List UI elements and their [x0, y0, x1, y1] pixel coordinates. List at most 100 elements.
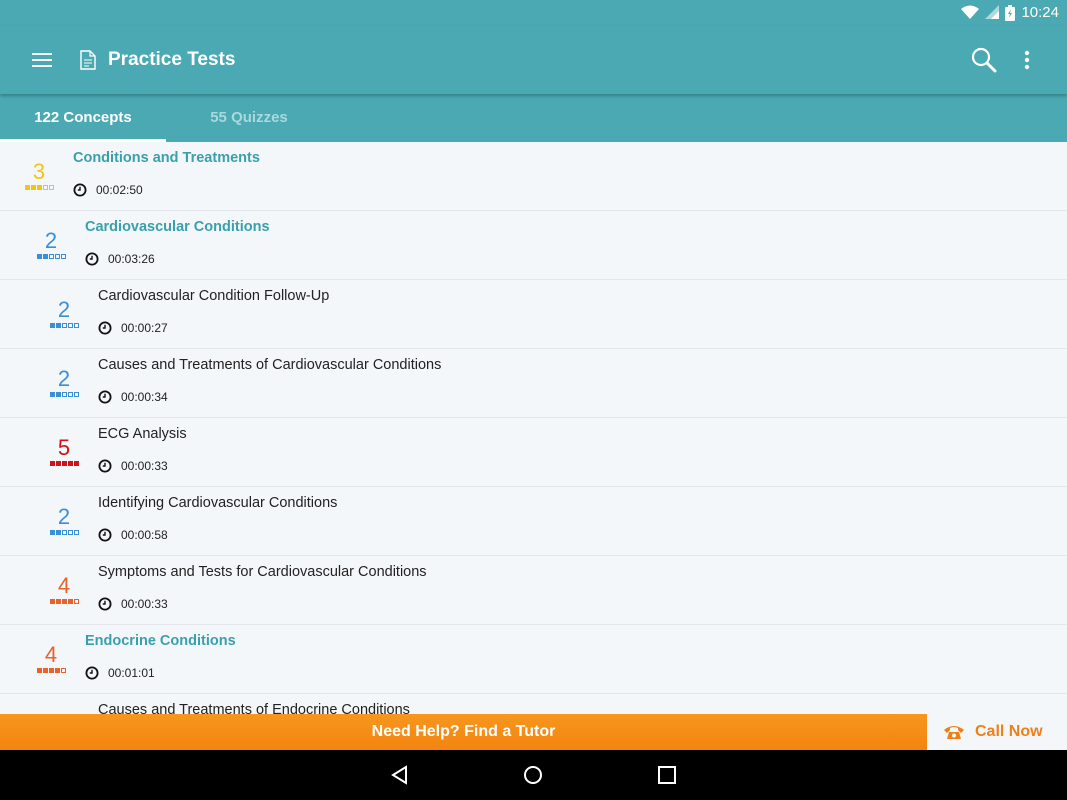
status-icons: 10:24 [961, 4, 1059, 21]
score-level-square [67, 530, 73, 535]
score-level-square [61, 323, 67, 328]
clock-icon [85, 666, 99, 680]
score-level-bars [44, 461, 84, 466]
score-level-square [36, 185, 42, 190]
tab-quizzes-label: 55 Quizzes [210, 109, 288, 126]
score-level-bars [31, 254, 71, 259]
concept-list[interactable]: 3 Conditions and Treatments 00:02:50 2 Cardi… [0, 142, 1067, 714]
list-section-item[interactable]: 2 Cardiovascular Conditions 00:03:26 [0, 211, 1067, 280]
tab-concepts[interactable]: 122 Concepts [0, 94, 166, 142]
score-value: 2 [44, 228, 58, 253]
score-level-square [49, 599, 55, 604]
score-level-square [73, 392, 79, 397]
system-nav-bar [0, 750, 1067, 800]
duration: 00:02:50 [73, 183, 143, 197]
clock-icon [85, 252, 99, 266]
phone-icon [944, 726, 964, 739]
list-section-item[interactable]: 4 Endocrine Conditions 00:01:01 [0, 625, 1067, 694]
clock-icon [98, 459, 112, 473]
score-level-square [67, 599, 73, 604]
signal-icon [985, 5, 1000, 19]
hamburger-icon [32, 53, 52, 67]
score-level-square [49, 323, 55, 328]
score-level-square [55, 392, 61, 397]
score-level-square [67, 461, 73, 466]
back-icon[interactable] [390, 765, 410, 785]
score-level-square [42, 668, 48, 673]
duration: 00:00:34 [98, 390, 168, 404]
score-level-square [49, 461, 55, 466]
score-level-square [49, 530, 55, 535]
duration: 00:00:58 [98, 528, 168, 542]
section-title: Endocrine Conditions [85, 633, 236, 649]
tab-concepts-label: 122 Concepts [34, 109, 132, 126]
score-level-bars [44, 323, 84, 328]
score-level-square [24, 185, 30, 190]
score-level-square [55, 323, 61, 328]
item-title: ECG Analysis [98, 426, 187, 442]
find-tutor-banner[interactable]: Need Help? Find a Tutor [0, 714, 927, 750]
score-level-square [48, 254, 54, 259]
document-icon [80, 50, 96, 70]
list-item[interactable]: 2 Cardiovascular Condition Follow-Up 00:00… [0, 280, 1067, 349]
score-level-bars [44, 530, 84, 535]
score-value: 4 [57, 573, 71, 598]
score-level-square [73, 599, 79, 604]
score-badge: 2 [44, 367, 84, 397]
score-level-square [73, 530, 79, 535]
clock-icon [98, 597, 112, 611]
score-level-bars [31, 668, 71, 673]
score-badge: 3 [19, 160, 59, 190]
search-icon [971, 47, 997, 73]
score-level-square [55, 530, 61, 535]
score-level-square [42, 254, 48, 259]
page-title: Practice Tests [108, 49, 236, 70]
list-section-item[interactable]: 3 Conditions and Treatments 00:02:50 [0, 142, 1067, 211]
score-level-square [73, 323, 79, 328]
item-title: Identifying Cardiovascular Conditions [98, 495, 338, 511]
score-badge: 4 [31, 643, 71, 673]
score-badge: 5 [44, 436, 84, 466]
score-level-square [42, 185, 48, 190]
list-item[interactable]: Causes and Treatments of Endocrine Condi… [0, 694, 1067, 714]
call-now-button[interactable]: Call Now [927, 714, 1067, 750]
score-level-square [48, 668, 54, 673]
score-level-square [54, 668, 60, 673]
score-level-square [48, 185, 54, 190]
duration-value: 00:00:58 [121, 528, 168, 542]
score-level-square [55, 599, 61, 604]
app-bar: Practice Tests [0, 26, 1067, 94]
score-value: 4 [44, 642, 58, 667]
search-button[interactable] [970, 46, 998, 79]
score-level-square [67, 392, 73, 397]
duration: 00:01:01 [85, 666, 155, 680]
wifi-icon [961, 5, 980, 19]
list-item[interactable]: 5 ECG Analysis 00:00:33 [0, 418, 1067, 487]
score-level-square [61, 599, 67, 604]
section-title: Conditions and Treatments [73, 150, 260, 166]
item-title: Causes and Treatments of Cardiovascular … [98, 357, 442, 373]
list-item[interactable]: 4 Symptoms and Tests for Cardiovascular C… [0, 556, 1067, 625]
score-value: 5 [57, 435, 71, 460]
score-level-square [73, 461, 79, 466]
list-item[interactable]: 2 Causes and Treatments of Cardiovascular… [0, 349, 1067, 418]
score-value: 2 [57, 297, 71, 322]
menu-button[interactable] [26, 48, 58, 72]
score-level-square [54, 254, 60, 259]
score-level-bars [44, 392, 84, 397]
home-icon[interactable] [523, 765, 543, 785]
recents-icon[interactable] [657, 765, 677, 785]
duration-value: 00:00:27 [121, 321, 168, 335]
score-level-square [60, 254, 66, 259]
list-item[interactable]: 2 Identifying Cardiovascular Conditions 00… [0, 487, 1067, 556]
score-badge: 2 [44, 505, 84, 535]
status-bar: 10:24 [0, 0, 1067, 26]
item-title: Causes and Treatments of Endocrine Condi… [98, 702, 410, 714]
duration: 00:00:27 [98, 321, 168, 335]
tab-bar: 122 Concepts 55 Quizzes [0, 94, 1067, 142]
score-level-bars [19, 185, 59, 190]
tab-quizzes[interactable]: 55 Quizzes [166, 94, 332, 142]
clock-icon [98, 390, 112, 404]
more-vertical-icon [1024, 50, 1030, 70]
overflow-menu-button[interactable] [1018, 48, 1036, 72]
